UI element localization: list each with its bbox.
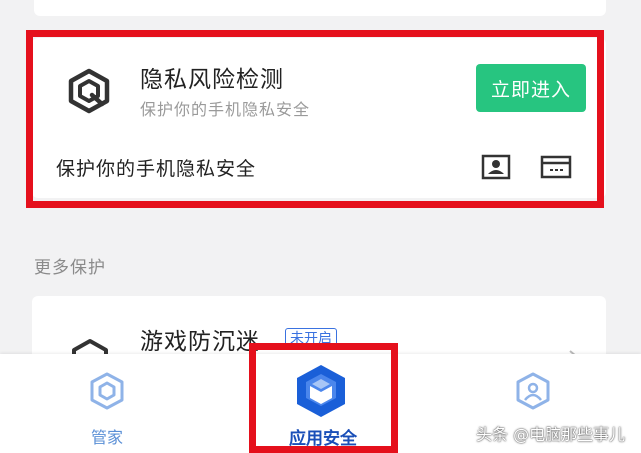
user-shield-icon (515, 372, 551, 410)
more-protection-label: 更多保护 (34, 258, 106, 278)
watermark: 头条 @电脑那些事儿 (476, 425, 626, 444)
tab-manager-label: 管家 (90, 428, 123, 447)
manager-shield-icon (89, 372, 125, 410)
game-anti-addiction-title: 游戏防沉迷 (140, 329, 260, 355)
tab-manager[interactable]: 管家 (57, 354, 157, 453)
top-card-partial (34, 0, 606, 16)
highlight-box-app-security (249, 343, 398, 453)
highlight-box-privacy (26, 30, 604, 208)
